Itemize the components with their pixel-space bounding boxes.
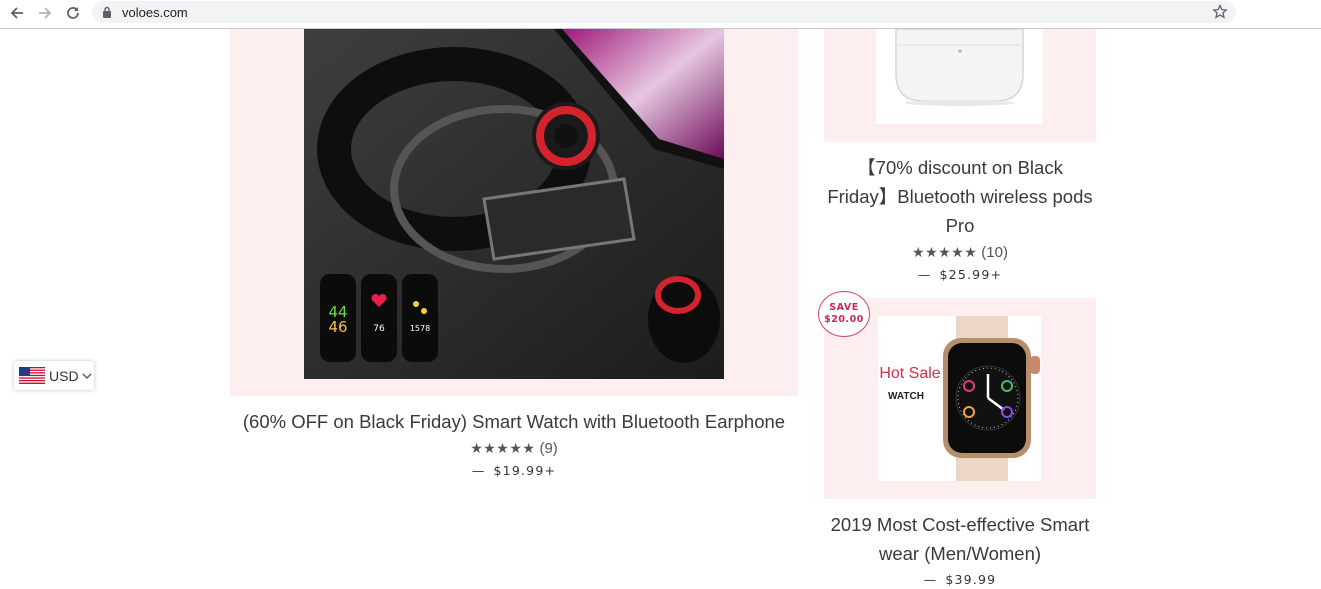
apple-style-watch-photo: Hot Sale WATCH: [878, 316, 1041, 481]
product-title-2-line-3: Pro: [945, 215, 975, 236]
url-text: voloes.com: [122, 5, 188, 20]
hot-sale-label: Hot Sale: [879, 365, 940, 382]
product-image-smartwatch-earphone[interactable]: 44 46 76 1578: [304, 29, 724, 379]
product-image-wireless-pods[interactable]: [876, 29, 1043, 124]
address-bar[interactable]: voloes.com: [92, 1, 1236, 23]
chevron-down-icon: [82, 373, 92, 379]
product-price-2: — $25.99+: [917, 267, 1003, 282]
five-star-rating-icon: ★★★★★: [912, 243, 978, 260]
price-value-3: $39.99: [945, 572, 997, 587]
save-badge-line-2: $20.00: [824, 314, 864, 325]
product-price-3: — $39.99: [923, 572, 997, 587]
product-title-2-line-1: 【70% discount on Black: [857, 157, 1063, 178]
product-title-2[interactable]: 【70% discount on Black Friday】Bluetooth …: [824, 153, 1096, 240]
price-value-2: $25.99: [939, 267, 991, 282]
currency-code: USD: [49, 367, 79, 384]
back-button[interactable]: [7, 3, 27, 23]
product-title-3-line-2: wear (Men/Women): [878, 543, 1042, 564]
product-title-1[interactable]: (60% OFF on Black Friday) Smart Watch wi…: [230, 407, 798, 436]
product-image-smart-wear[interactable]: Hot Sale WATCH: [878, 316, 1041, 481]
smartwatch-earphone-photo: 44 46 76 1578: [304, 29, 724, 379]
watch-reading-2: 46: [328, 318, 347, 336]
watch-reading-3: 76: [373, 324, 385, 334]
product-rating-1: ★★★★★ (9): [230, 438, 798, 458]
reload-icon: [67, 7, 79, 19]
rating-count-2: (10): [981, 243, 1008, 261]
product-rating-2: ★★★★★ (10): [824, 242, 1096, 262]
watch-reading-4: 1578: [410, 324, 430, 333]
bookmark-star-icon[interactable]: [1212, 4, 1228, 20]
us-flag-icon: [19, 367, 45, 384]
browser-toolbar: voloes.com: [0, 0, 1321, 29]
rating-count-1: (9): [539, 439, 558, 457]
watch-label: WATCH: [888, 391, 924, 402]
forward-button[interactable]: [35, 3, 55, 23]
wireless-pods-case-photo: [876, 29, 1043, 124]
product-title-3-line-1: 2019 Most Cost-effective Smart: [830, 514, 1090, 535]
forward-arrow-icon: [39, 7, 52, 19]
save-badge: SAVE $20.00: [818, 291, 870, 337]
reload-button[interactable]: [63, 3, 83, 23]
price-suffix-1: +: [544, 463, 557, 478]
back-arrow-icon: [10, 7, 23, 19]
price-suffix-2: +: [990, 267, 1003, 282]
save-badge-line-1: SAVE: [829, 302, 859, 313]
product-title-2-line-2: Friday】Bluetooth wireless pods: [827, 186, 1093, 207]
product-price-1: — $19.99+: [471, 463, 557, 478]
five-star-rating-icon: ★★★★★: [470, 439, 536, 456]
product-title-3[interactable]: 2019 Most Cost-effective Smart wear (Men…: [824, 510, 1096, 568]
currency-selector[interactable]: USD: [14, 361, 94, 390]
lock-icon: [103, 6, 111, 18]
price-value-1: $19.99: [493, 463, 545, 478]
